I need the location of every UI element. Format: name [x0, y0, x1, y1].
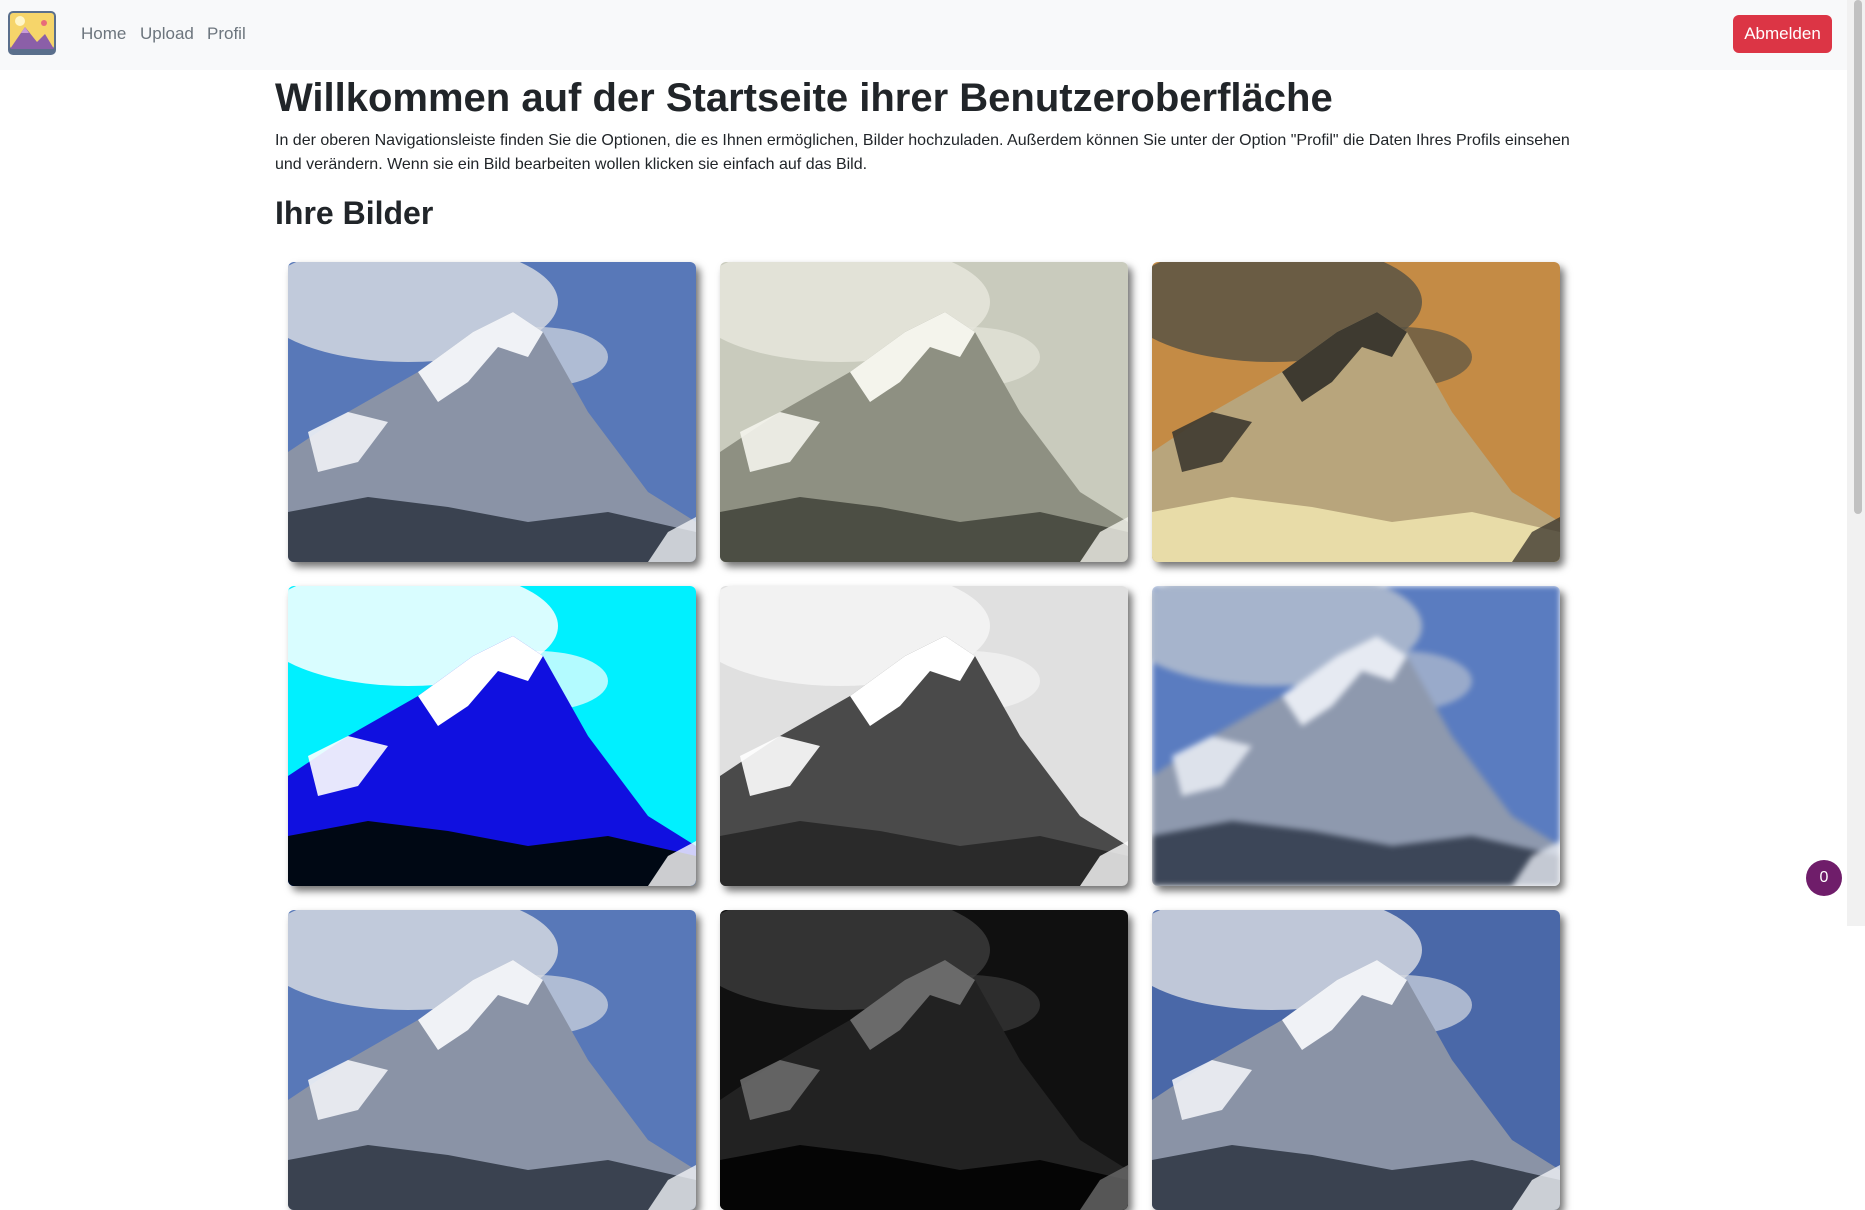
- gallery-image-card[interactable]: [288, 586, 696, 886]
- mountain-photo: [1152, 262, 1560, 562]
- mountain-photo: [720, 586, 1128, 886]
- mountain-photo: [720, 910, 1128, 1210]
- mountain-photo: [1152, 586, 1560, 886]
- gallery-image-card[interactable]: [720, 586, 1128, 886]
- page-title: Willkommen auf der Startseite ihrer Benu…: [275, 76, 1333, 120]
- gallery-image-card[interactable]: [720, 910, 1128, 1210]
- mountain-photo: [288, 262, 696, 562]
- gallery-title: Ihre Bilder: [275, 195, 434, 231]
- logout-button[interactable]: Abmelden: [1733, 15, 1832, 53]
- mountain-photo: [288, 910, 696, 1210]
- nav-profil[interactable]: Profil: [207, 24, 246, 44]
- gallery-image-card[interactable]: [288, 910, 696, 1210]
- app-logo-icon[interactable]: [7, 10, 57, 56]
- notification-badge[interactable]: 0: [1806, 860, 1842, 896]
- mountain-photo: [1152, 910, 1560, 1210]
- gallery-image-card[interactable]: [1152, 586, 1560, 886]
- mountain-photo: [288, 586, 696, 886]
- scrollbar-thumb[interactable]: [1854, 0, 1862, 514]
- nav-upload[interactable]: Upload: [140, 24, 194, 44]
- gallery-image-card[interactable]: [1152, 910, 1560, 1210]
- gallery-image-card[interactable]: [1152, 262, 1560, 562]
- mountain-photo: [720, 262, 1128, 562]
- nav-home[interactable]: Home: [81, 24, 126, 44]
- gallery-image-card[interactable]: [288, 262, 696, 562]
- navbar: Home Upload Profil Abmelden: [0, 0, 1847, 70]
- intro-text: In der oberen Navigationsleiste finden S…: [275, 132, 1570, 173]
- gallery-image-card[interactable]: [720, 262, 1128, 562]
